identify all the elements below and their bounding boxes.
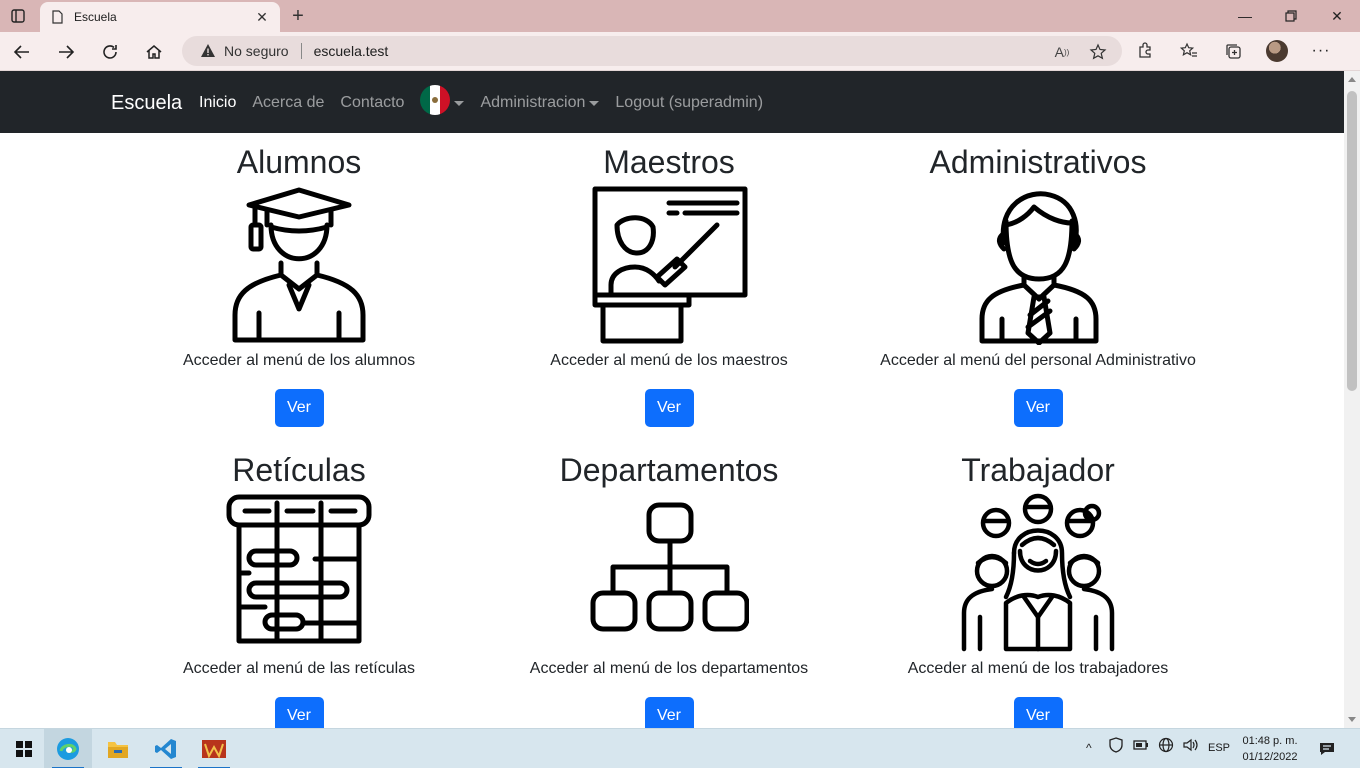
nav-link-contacto[interactable]: Contacto	[340, 94, 404, 112]
tab-title: Escuela	[74, 10, 117, 24]
scroll-up-icon[interactable]	[1348, 77, 1356, 82]
home-icon[interactable]	[140, 39, 168, 65]
card-title: Maestros	[603, 144, 735, 180]
system-tray: ^	[1086, 737, 1200, 758]
refresh-icon[interactable]	[96, 39, 124, 65]
notifications-icon[interactable]	[1306, 729, 1348, 768]
card-title: Retículas	[232, 452, 366, 488]
collections-icon[interactable]	[1222, 40, 1244, 62]
card-reticulas: Retículas Acceder al menú de las retícul…	[114, 451, 484, 728]
address-bar[interactable]: No seguro escuela.test A))	[182, 36, 1122, 66]
card-title: Alumnos	[236, 144, 362, 180]
restore-icon[interactable]	[1268, 0, 1314, 32]
mexico-flag-icon[interactable]	[420, 85, 451, 115]
browser-toolbar: No seguro escuela.test A)) ···	[0, 32, 1360, 71]
navbar-brand[interactable]: Escuela	[111, 92, 182, 115]
card-trabajador: Trabajador Acceder al menú de los trabaj…	[853, 451, 1223, 728]
vscode-icon[interactable]	[142, 729, 190, 768]
card-title: Trabajador	[961, 452, 1115, 488]
read-aloud-icon[interactable]: A))	[1052, 42, 1072, 62]
ver-alumnos-button[interactable]: Ver	[274, 389, 324, 427]
extensions-icon[interactable]	[1134, 40, 1156, 62]
chevron-down-icon	[589, 100, 600, 106]
graduate-student-icon	[232, 187, 366, 343]
card-description: Acceder al menú de los alumnos	[182, 352, 416, 369]
clock-time: 01:48 p. m.	[1242, 735, 1298, 747]
teacher-board-icon	[592, 186, 748, 344]
card-departamentos: Departamentos Acceder al menú de los dep…	[484, 451, 854, 728]
volume-icon[interactable]	[1182, 737, 1200, 758]
org-chart-icon	[590, 502, 749, 632]
main-content: Alumnos Acceder al menú de los alumnos V…	[0, 133, 1344, 728]
ver-departamentos-button[interactable]: Ver	[644, 697, 694, 728]
scroll-down-icon[interactable]	[1348, 717, 1356, 722]
profile-avatar[interactable]	[1266, 40, 1288, 62]
card-description: Acceder al menú de los departamentos	[529, 660, 809, 677]
close-tab-icon[interactable]: ✕	[254, 9, 270, 25]
ver-maestros-button[interactable]: Ver	[644, 389, 694, 427]
warning-icon[interactable]	[200, 43, 216, 59]
site-navbar: Escuela Inicio Acerca de Contacto Admini…	[0, 71, 1344, 133]
windows-start-icon[interactable]	[0, 729, 48, 768]
card-description: Acceder al menú de los trabajadores	[907, 660, 1169, 677]
chevron-up-icon[interactable]: ^	[1086, 741, 1100, 755]
nav-link-inicio[interactable]: Inicio	[199, 94, 236, 112]
minimize-icon[interactable]: —	[1222, 0, 1268, 32]
nav-link-acerca[interactable]: Acerca de	[252, 94, 324, 112]
windows-taskbar: ^ ESP 01:48 p. m. 01/12/2022	[0, 728, 1360, 768]
card-administrativos: Administrativos Acceder al menú del pers…	[853, 143, 1223, 427]
new-tab-button[interactable]: +	[288, 6, 308, 26]
ver-trabajador-button[interactable]: Ver	[1013, 697, 1063, 728]
battery-icon[interactable]	[1132, 737, 1150, 758]
file-explorer-icon[interactable]	[94, 729, 142, 768]
close-window-icon[interactable]: ✕	[1314, 0, 1360, 32]
security-label[interactable]: No seguro	[224, 43, 289, 59]
edge-icon[interactable]	[44, 729, 92, 768]
favorites-icon[interactable]	[1178, 40, 1200, 62]
card-alumnos: Alumnos Acceder al menú de los alumnos V…	[114, 143, 484, 427]
card-title: Administrativos	[929, 144, 1147, 180]
page-icon	[52, 10, 63, 24]
group-of-workers-icon	[961, 493, 1115, 652]
network-globe-icon[interactable]	[1158, 737, 1174, 758]
clock-date: 01/12/2022	[1242, 751, 1298, 763]
nav-link-administracion[interactable]: Administracion	[480, 94, 585, 112]
browser-titlebar: Escuela ✕ + — ✕	[0, 0, 1360, 32]
more-menu-icon[interactable]: ···	[1310, 40, 1332, 62]
card-title: Departamentos	[559, 452, 779, 488]
tab-actions-icon[interactable]	[8, 6, 28, 26]
scrollbar-thumb[interactable]	[1347, 91, 1357, 391]
browser-tab-escuela[interactable]: Escuela ✕	[40, 2, 280, 32]
card-description: Acceder al menú del personal Administrat…	[880, 352, 1196, 369]
card-maestros: Maestros Acceder al menú de los maestros…	[484, 143, 854, 427]
ver-administrativos-button[interactable]: Ver	[1013, 389, 1063, 427]
administracion-dropdown[interactable]: Administracion	[480, 94, 600, 112]
nav-link-logout[interactable]: Logout (superadmin)	[615, 94, 763, 112]
office-worker-icon	[979, 191, 1099, 345]
card-description: Acceder al menú de las retículas	[182, 660, 416, 677]
back-icon[interactable]	[8, 39, 36, 65]
forward-icon[interactable]	[52, 39, 80, 65]
language-indicator[interactable]: ESP	[1208, 742, 1230, 754]
address-divider	[300, 43, 302, 59]
ver-reticulas-button[interactable]: Ver	[274, 697, 324, 728]
url-text[interactable]: escuela.test	[314, 43, 389, 59]
wamp-icon[interactable]	[190, 729, 238, 768]
page-scrollbar[interactable]	[1344, 71, 1360, 728]
add-favorite-icon[interactable]	[1088, 42, 1108, 62]
defender-shield-icon[interactable]	[1108, 737, 1124, 758]
grid-schedule-icon	[226, 494, 372, 644]
card-description: Acceder al menú de los maestros	[550, 352, 788, 369]
taskbar-clock[interactable]: 01:48 p. m. 01/12/2022	[1238, 733, 1302, 765]
chevron-down-icon	[454, 100, 465, 106]
language-dropdown[interactable]	[420, 85, 465, 115]
